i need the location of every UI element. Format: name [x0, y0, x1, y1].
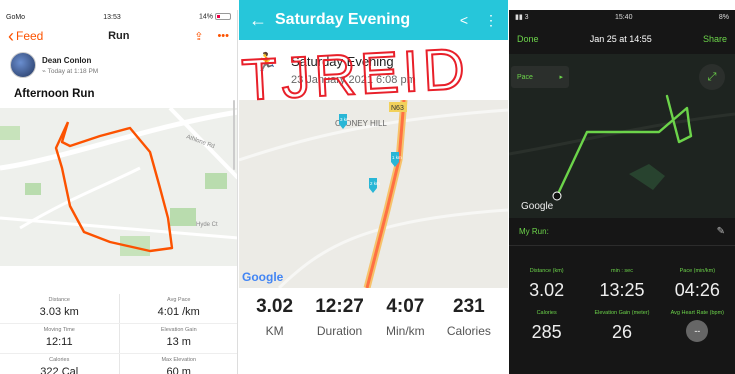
google-logo: Google [242, 270, 284, 284]
stat-label: Avg Pace [167, 297, 191, 303]
stat-value: 3.02 [529, 280, 565, 300]
stats-row: 3.02 KM 12:27 Duration 4:07 Min/km 231 Calor… [239, 288, 508, 338]
stat-label: Max Elevation [161, 357, 197, 363]
activity-title: Afternoon Run [14, 88, 95, 100]
km-marker-2-label: 2 km [370, 181, 380, 186]
clock-label: 13:53 [103, 13, 121, 21]
running-icon: 🏃 [255, 52, 278, 72]
km-marker-3-label: 3 km [340, 117, 350, 122]
stats-row: Calories 322 Cal Max Elevation 60 m [0, 354, 237, 374]
strava-activity-screen: GoMo 13:53 14% ‹ Feed Run ⇪ ••• Dean Con… [0, 10, 238, 374]
back-arrow-icon[interactable]: ← [249, 10, 275, 31]
stat-label: Min/km [386, 324, 425, 338]
more-icon[interactable]: ••• [217, 30, 229, 42]
stat-value: 26 [611, 322, 632, 342]
clock-label: 15:40 [614, 13, 633, 21]
stat-value: 4:01 /km [157, 306, 200, 318]
done-button[interactable]: Done [517, 34, 539, 44]
section-header: My Run: ✎ [509, 218, 735, 246]
overflow-menu-icon[interactable]: ⋮ [484, 12, 498, 29]
route-map[interactable]: Pace ▸ ⤢ Google [509, 54, 735, 218]
share-button[interactable]: Share [703, 34, 727, 44]
stat-value: 322 Cal [40, 366, 79, 374]
route-map[interactable]: Athlone Rd Hyde Ct [0, 108, 237, 266]
nav-bar: Done Jan 25 at 14:55 Share [509, 24, 735, 54]
athlete-header[interactable]: Dean Conlon ⌁ Today at 1:18 PM [0, 48, 237, 82]
stats-grid: Distance 3.03 km Avg Pace 4:01 /km Moving … [0, 294, 237, 374]
activity-title: Saturday Evening [291, 54, 394, 69]
scrollbar[interactable] [233, 100, 235, 170]
stat-label: Moving Time [43, 327, 75, 333]
stat-label: Elevation Gain (meter) [594, 310, 650, 316]
stat-value: 4:07 [386, 296, 425, 317]
activity-header: 🏃 Saturday Evening 23 January 2021 6:08 … [239, 40, 508, 100]
stat-value: 231 [453, 296, 485, 317]
stat-label: Distance (km) [529, 268, 564, 274]
app-bar: ← Saturday Evening < ⋮ [239, 0, 508, 40]
signal-indicator: ▮▮ 3 [515, 14, 529, 21]
battery-icon [214, 13, 231, 21]
stat-label: Elevation Gain [160, 327, 197, 333]
road-label-hyde: Hyde Ct [196, 222, 218, 228]
app-bar-title: Saturday Evening [275, 11, 411, 28]
route-map[interactable]: N63 CLONEY HILL 3 km 2 km 1 km Google [239, 100, 508, 288]
google-logo: Google [521, 201, 554, 212]
nav-bar: ‹ Feed Run ⇪ ••• [0, 24, 237, 48]
fit-activity-screen: ← Saturday Evening < ⋮ 🏃 Saturday Evenin… [239, 0, 508, 374]
stat-label: Calories [536, 310, 557, 316]
run-date: Jan 25 at 14:55 [589, 34, 652, 44]
back-button[interactable]: ‹ Feed [8, 26, 43, 46]
avatar[interactable] [10, 52, 36, 78]
stat-label: KM [265, 324, 284, 338]
activity-time: ⌁ Today at 1:18 PM [42, 67, 99, 75]
stat-label: Distance [48, 297, 70, 303]
expand-icon[interactable]: ⤢ [699, 64, 725, 90]
page-title: Run [108, 30, 130, 42]
share-icon[interactable]: ⇪ [194, 30, 203, 43]
status-bar: GoMo 13:53 14% [0, 10, 237, 24]
battery-indicator: 8% [718, 13, 729, 21]
stat-value: 04:26 [674, 280, 720, 300]
pace-toggle[interactable]: Pace ▸ [511, 66, 569, 88]
stat-value: 285 [531, 322, 562, 342]
stat-value: 12:11 [45, 336, 73, 348]
stat-value: 13:25 [599, 280, 645, 300]
chevron-left-icon: ‹ [8, 26, 14, 46]
stat-value: 3.03 km [39, 306, 79, 318]
km-marker-1-label: 1 km [392, 155, 402, 160]
carrier-label: GoMo [6, 13, 26, 21]
stat-label: Pace (min/km) [679, 268, 716, 274]
stat-value: 60 m [166, 366, 191, 374]
pencil-icon[interactable]: ✎ [717, 226, 725, 237]
stats-row: Moving Time 12:11 Elevation Gain 13 m [0, 324, 237, 354]
stats-row: Distance (km) 3.02 min : sec 13:25 Pace (m… [509, 268, 735, 310]
tracker-run-screen: ▮▮ 3 15:40 8% Done Jan 25 at 14:55 Share… [509, 10, 735, 374]
stat-value: 3.02 [256, 296, 294, 317]
section-title: My Run: [519, 227, 549, 236]
stat-value: 12:27 [315, 296, 364, 317]
stat-label: Avg Heart Rate (bpm) [670, 310, 725, 316]
stat-label: Duration [316, 324, 363, 338]
activity-date: 23 January 2021 6:08 pm [291, 74, 416, 86]
stats-grid: Distance (km) 3.02 min : sec 13:25 Pace (m… [509, 246, 735, 352]
screenshot-collage: GoMo 13:53 14% ‹ Feed Run ⇪ ••• Dean Con… [0, 0, 735, 374]
stat-label: min : sec [610, 268, 633, 274]
heart-rate-placeholder: -- [686, 320, 709, 342]
signal-icon: ▮▮ [515, 14, 523, 21]
stat-label: Calories [49, 357, 70, 363]
share-icon[interactable]: < [460, 12, 468, 29]
stats-row: Calories 285 Elevation Gain (meter) 26 Avg… [509, 310, 735, 352]
stat-value: 13 m [166, 336, 191, 348]
battery-indicator: 14% [199, 13, 231, 21]
status-bar: ▮▮ 3 15:40 8% [509, 10, 735, 24]
stat-label: Calories [446, 324, 491, 338]
stats-row: Distance 3.03 km Avg Pace 4:01 /km [0, 294, 237, 324]
play-icon: ▸ [559, 74, 563, 81]
athlete-name[interactable]: Dean Conlon [42, 56, 98, 65]
road-label: N63 [391, 105, 404, 112]
